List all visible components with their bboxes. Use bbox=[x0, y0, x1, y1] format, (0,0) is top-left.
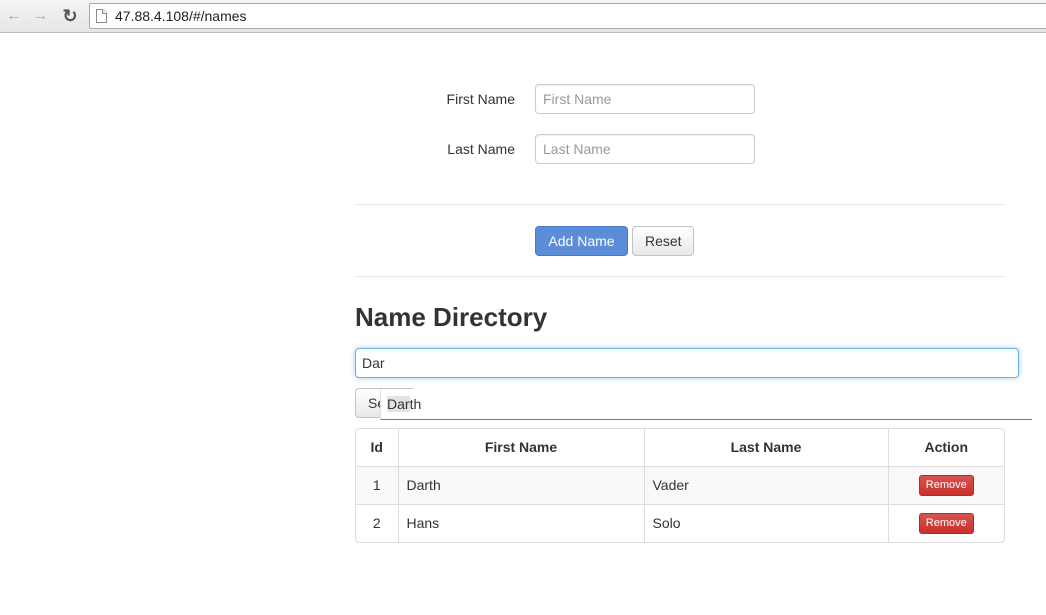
cell-first-name: Darth bbox=[397, 465, 644, 504]
cell-first-name: Hans bbox=[397, 503, 644, 542]
url-text: 47.88.4.108/#/names bbox=[115, 8, 247, 24]
column-header-id: Id bbox=[370, 439, 383, 456]
table-header-row: Id First Name Last Name Action bbox=[356, 429, 1004, 466]
cell-id: 2 bbox=[356, 503, 398, 542]
cell-action: Remove bbox=[887, 503, 1004, 542]
autocomplete-match: Dar bbox=[387, 396, 410, 412]
names-table: Id First Name Last Name Action 1 Darth V… bbox=[355, 428, 1005, 543]
cell-last-name: Vader bbox=[643, 465, 888, 504]
reload-icon[interactable]: ↻ bbox=[60, 6, 80, 26]
address-bar[interactable]: 47.88.4.108/#/names bbox=[89, 3, 1046, 29]
page-icon bbox=[96, 9, 107, 23]
autocomplete-dropdown[interactable]: Darth bbox=[380, 389, 1032, 420]
column-header-last-name: Last Name bbox=[643, 429, 888, 466]
remove-button[interactable]: Remove bbox=[918, 512, 974, 534]
cell-last-name: Solo bbox=[643, 503, 888, 542]
column-header-first-name: First Name bbox=[397, 429, 644, 466]
autocomplete-option[interactable]: Darth bbox=[387, 396, 421, 412]
table-row: 2 Hans Solo Remove bbox=[356, 503, 1004, 542]
column-header-action: Action bbox=[887, 429, 1004, 466]
autocomplete-rest: th bbox=[409, 396, 422, 412]
last-name-label: Last Name bbox=[447, 141, 515, 157]
cell-action: Remove bbox=[887, 465, 1004, 504]
back-arrow-icon[interactable]: ← bbox=[4, 6, 24, 26]
first-name-label: First Name bbox=[446, 91, 515, 107]
cell-id: 1 bbox=[356, 465, 398, 504]
page-title: Name Directory bbox=[355, 302, 548, 332]
table-row: 1 Darth Vader Remove bbox=[356, 465, 1004, 504]
search-input[interactable] bbox=[355, 348, 1019, 378]
reset-button[interactable]: Reset bbox=[632, 226, 694, 256]
browser-toolbar: ← → ↻ 47.88.4.108/#/names bbox=[0, 0, 1046, 33]
remove-button[interactable]: Remove bbox=[918, 474, 974, 496]
forward-arrow-icon[interactable]: → bbox=[30, 6, 50, 26]
first-name-input[interactable] bbox=[535, 84, 755, 114]
add-name-button[interactable]: Add Name bbox=[535, 226, 628, 256]
form-divider-top bbox=[355, 204, 1005, 205]
last-name-input[interactable] bbox=[535, 134, 755, 164]
form-divider-bottom bbox=[355, 276, 1005, 277]
